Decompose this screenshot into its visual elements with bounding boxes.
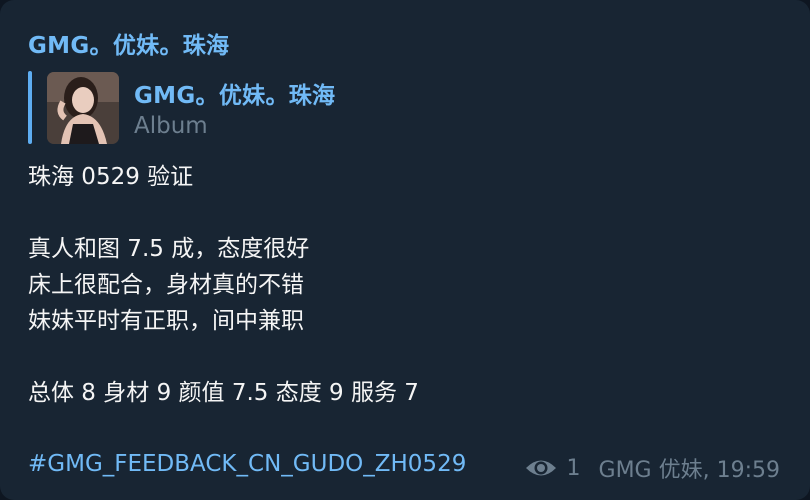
message-author[interactable]: GMG。优妹。珠海 (28, 26, 229, 60)
message-line: 珠海 0529 验证 (28, 164, 194, 190)
message-bubble: GMG。优妹。珠海 GMG。优妹。珠海 Album 珠海 0529 验证 真人和… (0, 0, 810, 500)
message-line: 床上很配合，身材真的不错 (28, 272, 304, 298)
message-text: 珠海 0529 验证 真人和图 7.5 成，态度很好 床上很配合，身材真的不错 … (28, 159, 788, 447)
reply-accent-bar (28, 71, 32, 144)
message-meta: 1 GMG 优妹, 19:59 (525, 453, 780, 483)
album-reply-preview[interactable]: GMG。优妹。珠海 Album (28, 71, 408, 144)
message-line: 真人和图 7.5 成，态度很好 (28, 236, 310, 262)
message-line: 总体 8 身材 9 颜值 7.5 态度 9 服务 7 (28, 380, 419, 406)
reply-title: GMG。优妹。珠海 (134, 83, 336, 109)
view-count: 1 (566, 455, 581, 481)
reply-subtitle: Album (134, 113, 208, 139)
message-line (28, 411, 788, 447)
message-line (28, 339, 788, 375)
album-thumbnail (47, 72, 119, 144)
message-line (28, 195, 788, 231)
eye-icon (525, 460, 556, 476)
message-line: 妹妹平时有正职，间中兼职 (28, 308, 304, 334)
signature-time: GMG 优妹, 19:59 (598, 458, 780, 483)
hashtag-link[interactable]: #GMG_FEEDBACK_CN_GUDO_ZH0529 (28, 446, 466, 482)
